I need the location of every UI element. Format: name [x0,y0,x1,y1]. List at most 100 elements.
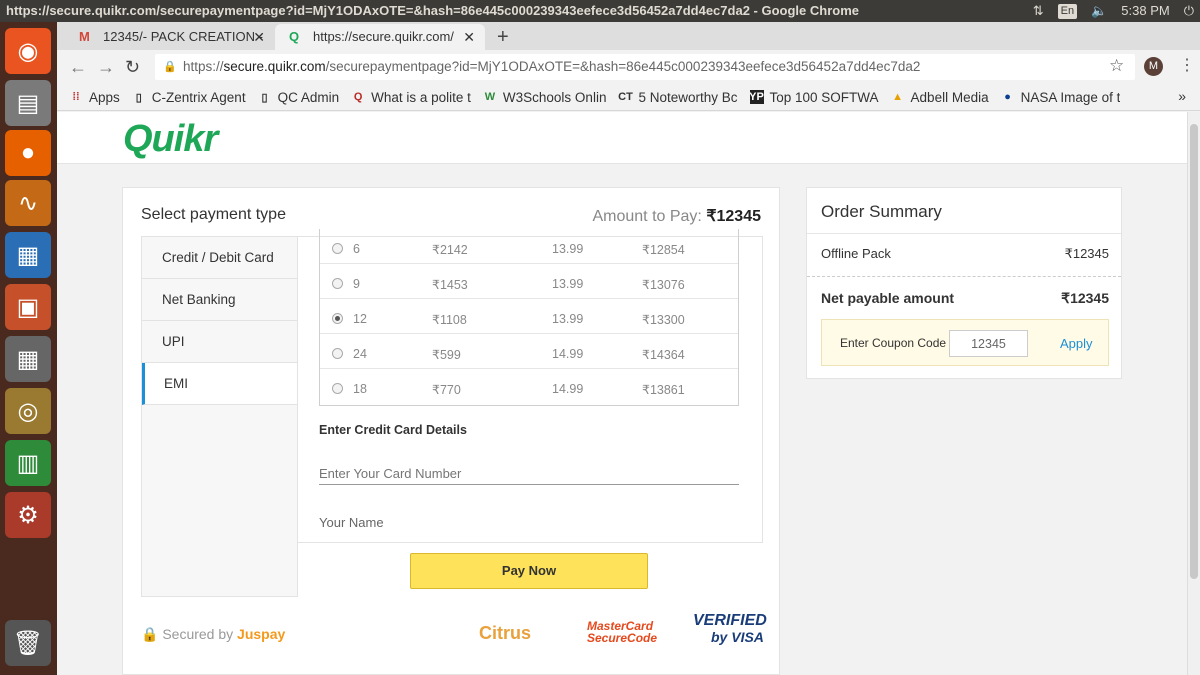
settings-icon[interactable]: ⚙ [5,492,51,538]
site-header: Quikr [57,112,1187,164]
emi-row[interactable]: 6 ₹2142 13.99 ₹12854 [320,229,738,264]
apply-coupon-button[interactable]: Apply [1060,336,1093,351]
os-title-bar: https://secure.quikr.com/securepaymentpa… [0,0,1200,22]
tab-quikr[interactable]: Q https://secure.quikr.com/ ✕ [275,24,485,50]
method-upi[interactable]: UPI [142,321,297,363]
scrollbar-thumb[interactable] [1190,124,1198,579]
quora-icon: Q [353,91,363,103]
gmail-icon: M [79,29,90,44]
calc-spreadsheet-icon[interactable]: ▥ [5,440,51,486]
address-bar[interactable]: 🔒 https://secure.quikr.com/securepayment… [155,54,1135,80]
writer-icon[interactable]: ▦ [5,232,51,278]
nasa-icon: ● [1004,91,1011,103]
citrus-logo: Citrus [479,623,532,643]
name-input[interactable]: Your Name [319,515,739,527]
chevron-more-icon[interactable]: » [1178,88,1186,104]
bookmark-w3schools[interactable]: W W3Schools Onlin [483,90,607,105]
bookmark-apps[interactable]: ⁞⁞ Apps [69,90,119,105]
ct-icon: CT [618,91,633,103]
mastercard-securecode-logo: MasterCard SecureCode [587,619,658,645]
bookmark-star-icon[interactable]: ☆ [1109,56,1124,76]
impress-icon[interactable]: ▣ [5,284,51,330]
tab-label: https://secure.quikr.com/ [313,29,454,44]
method-card[interactable]: Credit / Debit Card [142,237,297,279]
payment-methods: Credit / Debit Card Net Banking UPI EMI [141,236,297,597]
back-icon[interactable]: ← [69,56,87,78]
page-viewport: Quikr Select payment type Amount to Pay:… [57,112,1187,675]
files-icon[interactable]: ▤ [5,80,51,126]
bookmark-noteworthy[interactable]: CT 5 Noteworthy Bc [618,90,737,105]
divider [807,233,1121,234]
page-icon: ▯ [135,91,142,104]
keyboard-language[interactable]: En [1057,3,1078,19]
close-icon[interactable]: ✕ [463,24,475,50]
adbell-icon: ▲ [892,91,903,103]
emi-radio-selected[interactable] [332,313,343,324]
yp-icon: YP [749,90,764,104]
bookmark-polite[interactable]: Q What is a polite t [351,90,471,105]
emi-radio[interactable] [332,383,343,394]
emi-radio[interactable] [332,243,343,254]
url-scheme: https:// [183,59,224,74]
menu-icon[interactable]: ⋮ [1179,55,1195,75]
reload-icon[interactable]: ↻ [125,56,140,78]
volume-icon[interactable]: 🔈 [1091,0,1107,22]
page-scrollbar[interactable] [1187,112,1200,675]
method-emi[interactable]: EMI [142,363,297,405]
bookmark-top100[interactable]: YP Top 100 SOFTWA [749,90,879,105]
lock-icon: 🔒 [141,626,159,642]
close-icon[interactable]: ✕ [253,24,265,50]
emi-radio[interactable] [332,278,343,289]
quikr-logo[interactable]: Quikr [123,118,218,161]
coupon-input[interactable] [949,330,1028,357]
bookmark-qc-admin[interactable]: ▯ QC Admin [258,90,340,105]
order-summary: Order Summary Offline Pack ₹12345 Net pa… [806,187,1122,379]
network-icon[interactable]: ⇅ [1033,0,1044,22]
amount-value: ₹12345 [706,208,761,225]
method-netbanking[interactable]: Net Banking [142,279,297,321]
new-tab-button[interactable]: + [497,24,509,50]
tab-gmail[interactable]: M 12345/- PACK CREATION - ✕ [65,24,275,50]
chrome-icon[interactable]: ◎ [5,388,51,434]
tab-label: 12345/- PACK CREATION - [103,29,263,44]
apps-grid-icon: ⁞⁞ [72,91,80,103]
forward-icon[interactable]: → [97,56,115,78]
bookmark-adbell[interactable]: ▲ Adbell Media [891,90,989,105]
summary-item-row: Offline Pack ₹12345 [821,246,1109,261]
power-icon[interactable]: ⏻ [1184,0,1194,22]
bookmarks-bar: ⁞⁞ Apps ▯ C-Zentrix Agent ▯ QC Admin Q What … [57,84,1200,111]
juspay-brand: Juspay [237,626,286,642]
lock-icon: 🔒 [163,61,177,73]
payment-title: Select payment type [141,206,286,223]
trash-icon[interactable]: 🗑 [5,620,51,666]
audio-recorder-icon[interactable]: ∿ [5,180,51,226]
net-payable-row: Net payable amount ₹12345 [821,290,1109,306]
emi-row[interactable]: 24 ₹599 14.99 ₹14364 [320,334,738,369]
ubuntu-dash-icon[interactable]: ◉ [5,28,51,74]
emi-row[interactable]: 18 ₹770 14.99 ₹13861 [320,369,738,404]
url-host: secure.quikr.com [223,59,326,74]
bookmark-czentrix[interactable]: ▯ C-Zentrix Agent [132,90,246,105]
amount-to-pay: Amount to Pay: ₹12345 [592,208,761,225]
card-number-input[interactable] [319,463,739,485]
url-path: /securepaymentpage?id=MjY1ODAxOTE=&hash=… [325,59,921,74]
emi-row[interactable]: 9 ₹1453 13.99 ₹13076 [320,264,738,299]
verified-by-visa-logo: VERIFIED by VISA [693,612,767,646]
calculator-icon[interactable]: ▦ [5,336,51,382]
emi-panel: 6 ₹2142 13.99 ₹12854 9 ₹1453 13.99 ₹1307… [297,229,763,597]
emi-radio[interactable] [332,348,343,359]
payment-card: Select payment type Amount to Pay: ₹1234… [122,187,780,675]
profile-avatar[interactable]: M [1144,57,1163,76]
clock[interactable]: 5:38 PM [1121,0,1169,22]
emi-table: 6 ₹2142 13.99 ₹12854 9 ₹1453 13.99 ₹1307… [319,229,739,406]
emi-row[interactable]: 12 ₹1108 13.99 ₹13300 [320,299,738,334]
secured-by: 🔒 Secured by Juspay [141,626,286,642]
firefox-icon[interactable]: ● [5,130,51,176]
tab-strip: M 12345/- PACK CREATION - ✕ Q https://se… [57,22,1200,50]
bookmark-nasa[interactable]: ● NASA Image of t [1001,90,1120,105]
order-summary-title: Order Summary [821,202,942,221]
system-tray: ⇅ En 🔈 5:38 PM ⏻ [1033,0,1200,22]
quikr-icon: Q [289,29,300,44]
pay-now-button[interactable]: Pay Now [410,553,648,589]
coupon-label: Enter Coupon Code [840,336,947,350]
